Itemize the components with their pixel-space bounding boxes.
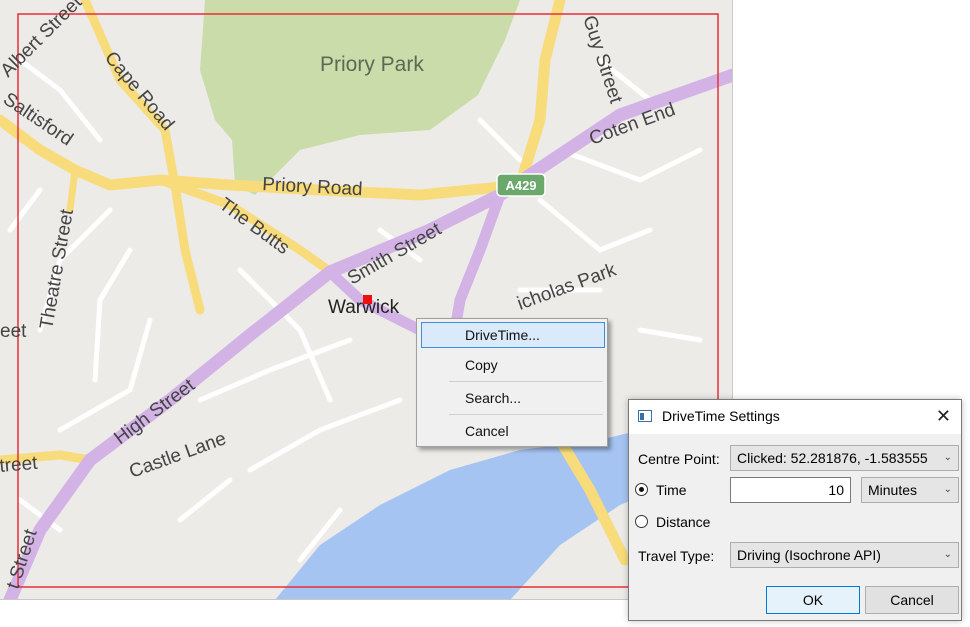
dialog-title-bar[interactable]: DriveTime Settings ✕ [629, 400, 961, 434]
label-street-bottom: t Street [3, 526, 42, 591]
label-the-butts: The Butts [215, 194, 293, 259]
time-input[interactable]: 10 [730, 477, 851, 503]
label-priory-park: Priory Park [320, 53, 424, 76]
priory-park-area [200, 0, 520, 195]
map-canvas[interactable]: A429 Albert Street Cape Road Saltisford … [0, 0, 733, 600]
label-eet-left: eet [0, 321, 27, 342]
travel-type-combo[interactable]: Driving (Isochrone API) ⌄ [730, 542, 959, 568]
cancel-button[interactable]: Cancel [865, 586, 959, 614]
label-st-nicholas-park: icholas Park [515, 259, 620, 314]
menu-item-cancel[interactable]: Cancel [421, 418, 605, 444]
chevron-down-icon: ⌄ [943, 549, 952, 560]
a429-shield-label: A429 [505, 178, 536, 193]
menu-separator [449, 381, 603, 382]
travel-type-label: Travel Type: [638, 548, 715, 564]
label-albert-street: Albert Street [0, 0, 87, 82]
label-street-left: treet [0, 453, 39, 477]
distance-radio[interactable] [635, 515, 648, 528]
chevron-down-icon: ⌄ [943, 452, 952, 463]
time-label: Time [656, 482, 687, 498]
time-unit-value: Minutes [868, 482, 918, 498]
label-high-street: High Street [110, 375, 199, 449]
chevron-down-icon: ⌄ [943, 484, 952, 495]
menu-item-drivetime[interactable]: DriveTime... [421, 322, 605, 348]
map-view[interactable]: A429 Albert Street Cape Road Saltisford … [0, 0, 733, 600]
menu-separator [449, 414, 603, 415]
centre-point-combo[interactable]: Clicked: 52.281876, -1.583555 ⌄ [730, 445, 959, 471]
time-unit-combo[interactable]: Minutes ⌄ [861, 477, 959, 503]
dialog-title: DriveTime Settings [662, 408, 780, 424]
centre-point-label: Centre Point: [638, 451, 720, 467]
menu-item-copy[interactable]: Copy [421, 352, 605, 378]
label-castle-lane: Castle Lane [127, 428, 229, 482]
label-priory-road: Priory Road [262, 174, 363, 200]
clicked-point-marker [363, 295, 372, 304]
ok-button[interactable]: OK [766, 586, 860, 614]
label-cape-road: Cape Road [100, 48, 178, 135]
time-radio[interactable] [635, 483, 648, 496]
drivetime-settings-dialog: DriveTime Settings ✕ Centre Point: Click… [628, 399, 962, 621]
label-theatre-street: Theatre Street [36, 207, 78, 331]
menu-item-search[interactable]: Search... [421, 385, 605, 411]
centre-point-value: Clicked: 52.281876, -1.583555 [737, 450, 928, 466]
distance-label: Distance [656, 514, 711, 530]
window-icon [638, 410, 652, 422]
travel-type-value: Driving (Isochrone API) [737, 547, 881, 563]
close-icon[interactable]: ✕ [936, 406, 951, 427]
label-guy-street: Guy Street [578, 13, 626, 107]
context-menu: DriveTime... Copy Search... Cancel [416, 318, 608, 447]
